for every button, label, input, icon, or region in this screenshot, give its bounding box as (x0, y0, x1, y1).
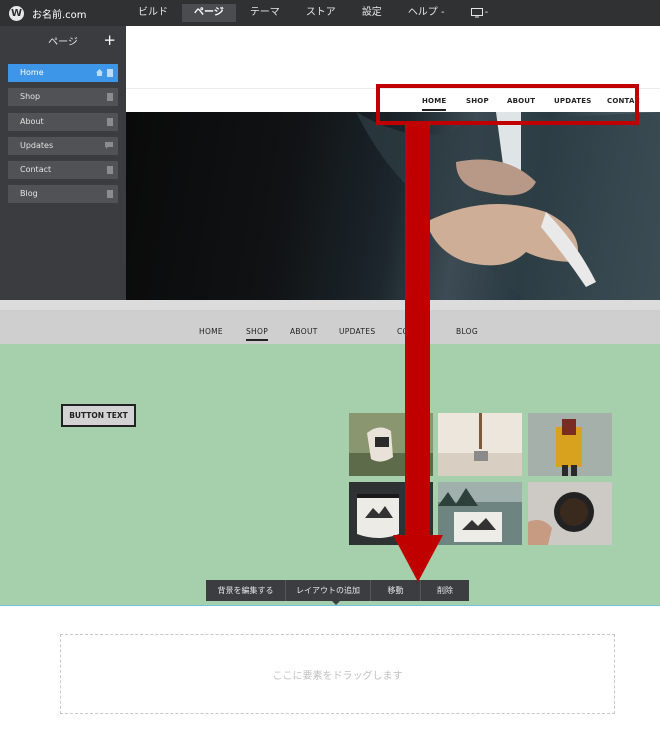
top-bar: W お名前.com ビルド ページ テーマ ストア 設定 ヘルプ - - (0, 0, 660, 26)
logo-icon: W (9, 5, 24, 21)
hero-photo-hand (356, 112, 660, 300)
site-preview: HOME SHOP ABOUT UPDATES CONTAC (126, 26, 660, 300)
sidebar-item-shop[interactable]: Shop (8, 88, 118, 107)
sidebar-item-label: Contact (20, 165, 52, 175)
sidebar-item-home[interactable]: Home (8, 64, 118, 82)
page-icon (107, 190, 113, 199)
backpacker-photo (528, 413, 612, 476)
page-icon (107, 69, 113, 77)
main-menu: ビルド ページ テーマ ストア 設定 ヘルプ - - (126, 0, 502, 26)
add-page-button[interactable]: + (103, 31, 116, 49)
sidebar-item-blog[interactable]: Blog (8, 185, 118, 204)
mug-photo (349, 413, 433, 476)
section-nav-blog[interactable]: BLOG (456, 327, 478, 336)
brand[interactable]: W お名前.com (0, 5, 126, 21)
sidebar-item-label: Blog (20, 189, 38, 199)
enamel-mug-photo (349, 482, 433, 545)
move-button[interactable]: 移動 (371, 580, 421, 601)
gallery-image[interactable] (438, 413, 522, 476)
section-nav-about[interactable]: ABOUT (290, 327, 318, 336)
sidebar-item-updates[interactable]: Updates (8, 136, 118, 155)
page-icon (107, 117, 113, 126)
section-nav: HOME SHOP ABOUT UPDATES CO BLOG (0, 310, 660, 344)
gallery-image[interactable] (438, 482, 522, 545)
comment-icon (105, 141, 113, 149)
device-preview-menu[interactable]: - (459, 4, 501, 22)
drop-zone[interactable]: ここに要素をドラッグします (60, 634, 615, 714)
pages-sidebar: ページ + Home Shop About Updates Contact Bl… (0, 26, 126, 300)
menu-pages[interactable]: ページ (182, 4, 236, 22)
device-menu-caret: - (484, 7, 489, 18)
page-icon (107, 93, 113, 102)
section-nav-updates[interactable]: UPDATES (339, 327, 375, 336)
sidebar-item-about[interactable]: About (8, 112, 118, 131)
sidebar-header: ページ + (0, 26, 126, 54)
menu-settings[interactable]: 設定 (350, 4, 394, 22)
edit-background-button[interactable]: 背景を編集する (206, 580, 286, 601)
menu-help[interactable]: ヘルプ - (396, 4, 457, 22)
menu-theme[interactable]: テーマ (238, 4, 292, 22)
section-nav-shop[interactable]: SHOP (246, 327, 269, 341)
sidebar-title: ページ (48, 36, 78, 48)
sidebar-item-contact[interactable]: Contact (8, 161, 118, 180)
monitor-icon (470, 8, 483, 18)
sidebar-item-label: Updates (20, 140, 54, 150)
editor-screen: W お名前.com ビルド ページ テーマ ストア 設定 ヘルプ - - ページ… (0, 0, 660, 737)
sidebar-item-label: About (20, 116, 44, 126)
section-nav-contact[interactable]: CO (397, 327, 409, 336)
lake-mug-photo (438, 482, 522, 545)
page-icon (107, 166, 113, 175)
coffee-top-view-photo (528, 482, 612, 545)
gallery-image[interactable] (349, 413, 433, 476)
section-nav-home[interactable]: HOME (199, 327, 223, 336)
add-layout-button[interactable]: レイアウトの追加 (286, 580, 371, 601)
brand-name: お名前.com (32, 9, 87, 21)
gallery-image[interactable] (349, 482, 433, 545)
menu-build[interactable]: ビルド (126, 4, 180, 22)
menu-store[interactable]: ストア (294, 4, 348, 22)
section-top-strip (0, 300, 660, 310)
camp-cup-photo (438, 413, 522, 476)
gallery-image[interactable] (528, 482, 612, 545)
home-icon (96, 69, 103, 76)
section-toolbar: 背景を編集する レイアウトの追加 移動 削除 (206, 580, 469, 601)
nav-highlight-box (376, 84, 639, 125)
sidebar-item-label: Home (20, 68, 44, 77)
hero-image (126, 112, 660, 300)
gallery-image[interactable] (528, 413, 612, 476)
drop-zone-text: ここに要素をドラッグします (272, 670, 403, 682)
section-button[interactable]: BUTTON TEXT (61, 404, 136, 427)
delete-button[interactable]: 削除 (421, 580, 469, 601)
page-list: Home Shop About Updates Contact Blog (0, 54, 126, 204)
toolbar-caret (331, 600, 341, 605)
sidebar-item-label: Shop (20, 92, 41, 102)
